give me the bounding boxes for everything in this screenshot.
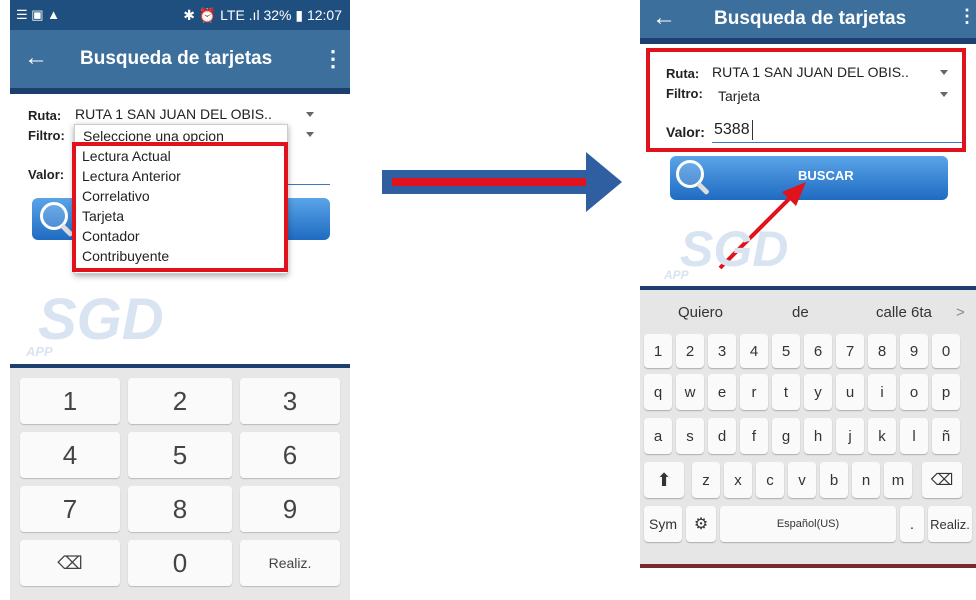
space-bar[interactable]: Español(US) <box>720 506 896 542</box>
key-m[interactable]: m <box>884 462 912 498</box>
left-phone-screen: ☰ ▣ ▲ ✱ ⏰ LTE .ıl 32% ▮ 12:07 ← Busqueda… <box>10 0 350 600</box>
sym-key[interactable]: Sym <box>644 506 682 542</box>
ruta-select[interactable]: RUTA 1 SAN JUAN DEL OBIS.. <box>75 106 272 122</box>
key-o[interactable]: o <box>900 374 928 410</box>
app-bar: ← Busqueda de tarjetas ⋮ <box>640 0 976 38</box>
page-title: Busqueda de tarjetas <box>80 48 273 69</box>
suggestion-1[interactable]: Quiero <box>678 304 723 321</box>
header-divider <box>640 38 976 44</box>
key-z[interactable]: z <box>692 462 720 498</box>
key-8[interactable]: 8 <box>128 486 232 532</box>
page-title: Busqueda de tarjetas <box>714 8 907 29</box>
key-r[interactable]: r <box>740 374 768 410</box>
overflow-menu-icon[interactable]: ⋮ <box>958 6 976 27</box>
sgd-logo: SGD <box>680 221 789 277</box>
key-k[interactable]: k <box>868 418 896 454</box>
right-phone-screen: ← Busqueda de tarjetas ⋮ Ruta: RUTA 1 SA… <box>640 0 976 568</box>
header-divider <box>10 88 350 94</box>
valor-label: Valor: <box>28 167 65 182</box>
key-1[interactable]: 1 <box>20 378 120 424</box>
key-l[interactable]: l <box>900 418 928 454</box>
key-5[interactable]: 5 <box>128 432 232 478</box>
shift-icon[interactable]: ⬆ <box>644 462 684 498</box>
key-d[interactable]: d <box>708 418 736 454</box>
sgd-logo: SGD <box>38 287 164 352</box>
key-f[interactable]: f <box>740 418 768 454</box>
key-0[interactable]: 0 <box>932 334 960 368</box>
key-j[interactable]: j <box>836 418 864 454</box>
key-8[interactable]: 8 <box>868 334 896 368</box>
key-3[interactable]: 3 <box>708 334 736 368</box>
transition-arrow-head-icon <box>586 152 622 212</box>
key-1[interactable]: 1 <box>644 334 672 368</box>
key-t[interactable]: t <box>772 374 800 410</box>
key-p[interactable]: p <box>932 374 960 410</box>
key-4[interactable]: 4 <box>20 432 120 478</box>
key-q[interactable]: q <box>644 374 672 410</box>
back-arrow-icon[interactable]: ← <box>652 4 676 32</box>
key-7[interactable]: 7 <box>836 334 864 368</box>
done-key[interactable]: Realiz. <box>928 506 972 542</box>
app-bar: ← Busqueda de tarjetas ⋮ <box>10 30 350 88</box>
key-6[interactable]: 6 <box>240 432 340 478</box>
key-h[interactable]: h <box>804 418 832 454</box>
magnifier-handle <box>696 181 710 196</box>
status-right-info: ✱ ⏰ LTE .ıl 32% ▮ 12:07 <box>183 7 342 23</box>
suggestion-3[interactable]: calle 6ta <box>876 304 932 321</box>
backspace-icon[interactable]: ⌫ <box>922 462 962 498</box>
key-n[interactable]: n <box>852 462 880 498</box>
key-g[interactable]: g <box>772 418 800 454</box>
settings-gear-icon[interactable]: ⚙ <box>686 506 716 542</box>
status-bar: ☰ ▣ ▲ ✱ ⏰ LTE .ıl 32% ▮ 12:07 <box>10 0 350 30</box>
highlight-box-form <box>646 48 966 152</box>
key-x[interactable]: x <box>724 462 752 498</box>
key-9[interactable]: 9 <box>240 486 340 532</box>
qwerty-keyboard: Quiero de calle 6ta > 1 2 3 4 5 6 7 8 9 … <box>640 290 976 568</box>
key-9[interactable]: 9 <box>900 334 928 368</box>
key-a[interactable]: a <box>644 418 672 454</box>
key-3[interactable]: 3 <box>240 378 340 424</box>
suggestion-2[interactable]: de <box>792 304 809 321</box>
key-n-tilde[interactable]: ñ <box>932 418 960 454</box>
backspace-icon[interactable]: ⌫ <box>20 540 120 586</box>
bottom-edge <box>640 564 976 568</box>
transition-arrow-stripe <box>392 178 588 186</box>
key-s[interactable]: s <box>676 418 704 454</box>
key-w[interactable]: w <box>676 374 704 410</box>
key-e[interactable]: e <box>708 374 736 410</box>
key-2[interactable]: 2 <box>128 378 232 424</box>
key-c[interactable]: c <box>756 462 784 498</box>
key-v[interactable]: v <box>788 462 816 498</box>
period-key[interactable]: . <box>900 506 924 542</box>
highlight-box-options <box>72 142 288 272</box>
suggestions-more-icon[interactable]: > <box>956 304 965 321</box>
status-left-icons: ☰ ▣ ▲ <box>16 7 61 22</box>
key-6[interactable]: 6 <box>804 334 832 368</box>
ruta-dropdown-icon[interactable] <box>306 112 314 117</box>
key-7[interactable]: 7 <box>20 486 120 532</box>
sgd-logo-sub: APP <box>664 268 689 282</box>
key-b[interactable]: b <box>820 462 848 498</box>
key-2[interactable]: 2 <box>676 334 704 368</box>
key-u[interactable]: u <box>836 374 864 410</box>
filtro-label: Filtro: <box>28 128 65 143</box>
key-0[interactable]: 0 <box>128 540 232 586</box>
overflow-menu-icon[interactable]: ⋮ <box>322 46 344 72</box>
sgd-logo-sub: APP <box>26 344 53 359</box>
valor-input[interactable] <box>284 184 330 185</box>
filtro-dropdown-icon[interactable] <box>306 132 314 137</box>
key-i[interactable]: i <box>868 374 896 410</box>
done-key[interactable]: Realiz. <box>240 540 340 586</box>
back-arrow-icon[interactable]: ← <box>24 44 48 72</box>
ruta-label: Ruta: <box>28 108 62 123</box>
key-y[interactable]: y <box>804 374 832 410</box>
key-5[interactable]: 5 <box>772 334 800 368</box>
key-4[interactable]: 4 <box>740 334 768 368</box>
numeric-keypad: 1 2 3 4 5 6 7 8 9 ⌫ 0 Realiz. <box>10 368 350 600</box>
